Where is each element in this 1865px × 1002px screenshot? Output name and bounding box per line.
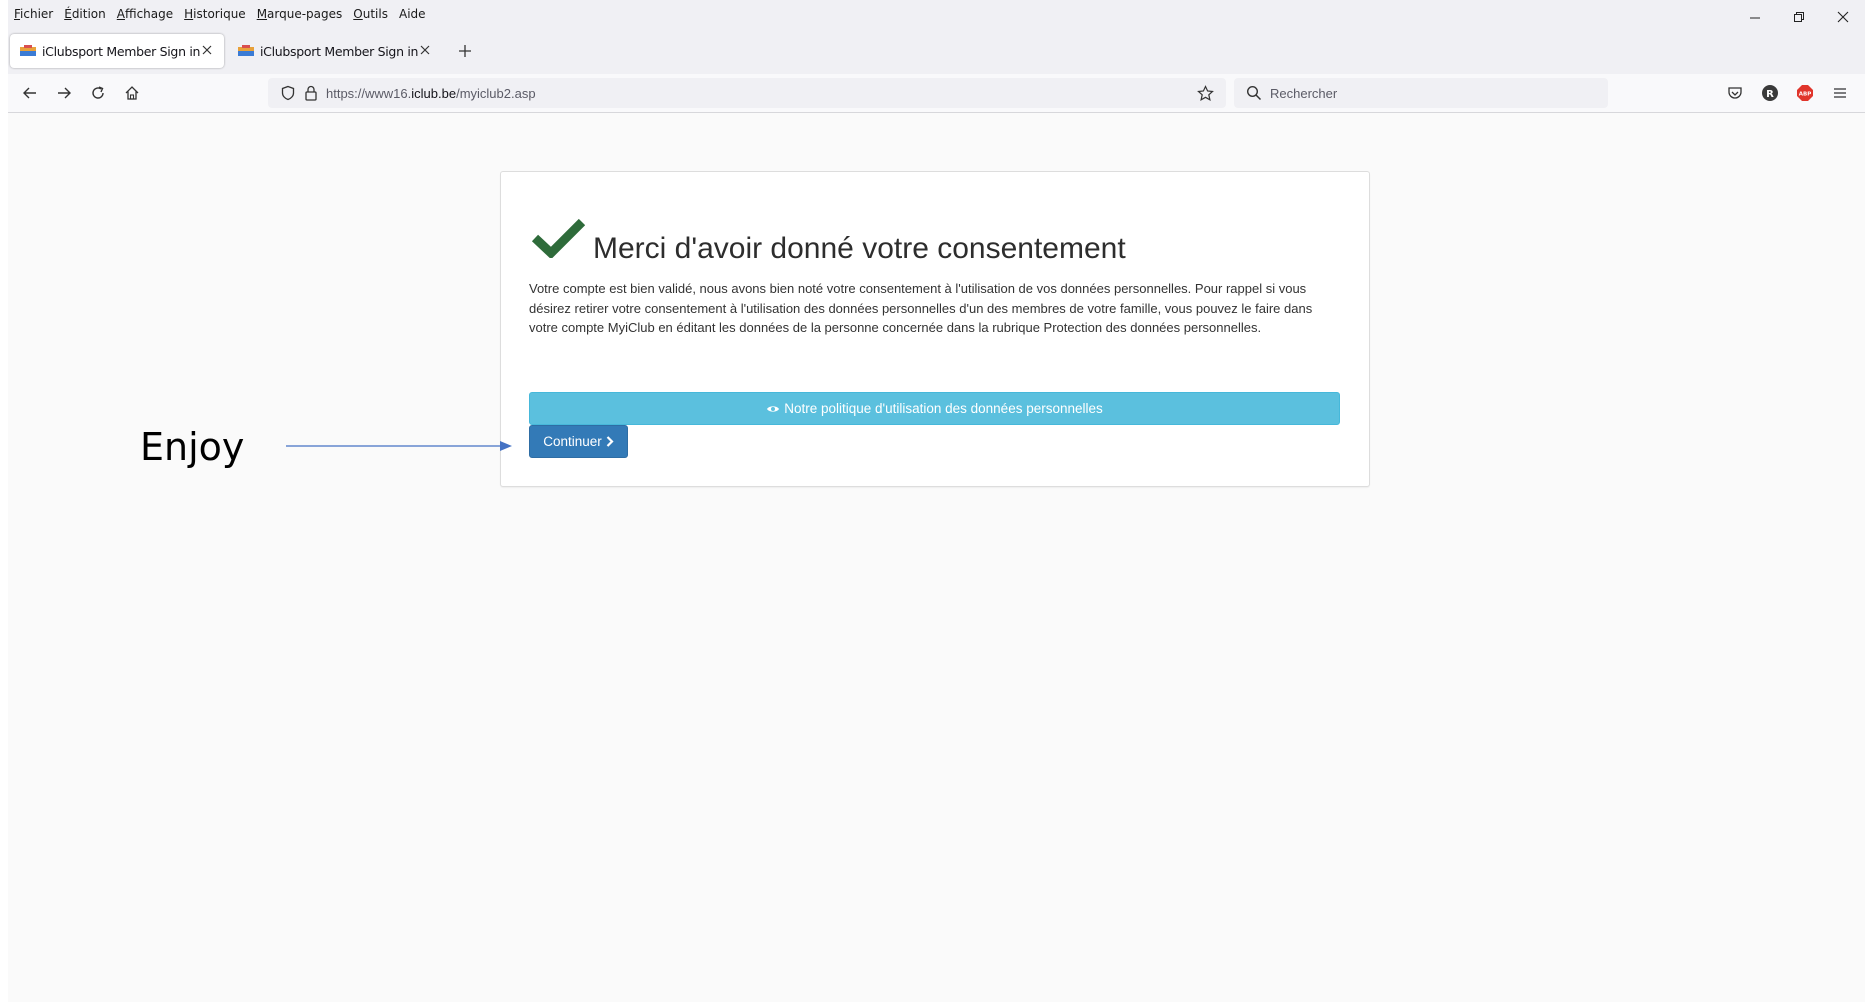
url-bar[interactable]: https://www16.iclub.be/myiclub2.asp [268,78,1226,108]
annotation-arrow [286,441,512,451]
avatar-icon: R [1762,85,1778,101]
menubar: Fichier Édition Affichage Historique Mar… [8,0,1865,28]
close-window-button[interactable] [1821,0,1865,34]
search-icon [1246,85,1262,106]
svg-text:R: R [1766,89,1774,100]
tab-iclubsport-1[interactable]: iClubsport Member Sign in [10,34,224,68]
tab-bar: iClubsport Member Sign in iClubsport Mem… [8,34,1865,72]
reload-button[interactable] [87,82,109,104]
hamburger-icon [1834,88,1846,98]
continue-button[interactable]: Continuer [529,425,628,458]
search-placeholder: Rechercher [1270,86,1338,101]
consent-message: Votre compte est bien validé, nous avons… [529,281,1313,335]
home-icon [125,86,139,100]
consent-card: Merci d'avoir donné votre consentement V… [500,171,1370,487]
new-tab-button[interactable] [456,42,474,60]
privacy-policy-label: Notre politique d'utilisation des donnée… [784,401,1103,416]
iclub-favicon-icon [238,45,254,57]
menu-outils[interactable]: Outils [353,7,388,21]
tab-close-button[interactable] [417,42,433,58]
menu-marque-pages[interactable]: Marque-pages [257,7,343,21]
tab-title: iClubsport Member Sign in [260,43,419,59]
annotation-label: Enjoy [140,425,245,469]
menu-edition[interactable]: Édition [64,7,106,21]
arrow-right-icon [58,87,71,99]
close-icon [420,45,430,55]
tab-title: iClubsport Member Sign in [42,43,201,59]
svg-text:ABP: ABP [1799,92,1811,98]
shield-icon[interactable] [280,85,296,106]
privacy-policy-button[interactable]: Notre politique d'utilisation des donnée… [529,392,1340,425]
plus-icon [459,45,471,57]
reload-icon [92,86,104,99]
account-button[interactable]: R [1759,82,1781,104]
close-icon [202,45,212,55]
continue-label: Continuer [543,434,602,449]
menu-affichage[interactable]: Affichage [117,7,173,21]
minimize-button[interactable] [1733,0,1777,34]
restore-icon [1794,12,1804,22]
tab-iclubsport-2[interactable]: iClubsport Member Sign in [228,34,442,68]
page-title: Merci d'avoir donné votre consentement [593,232,1126,265]
close-icon [1837,11,1849,23]
back-button[interactable] [19,82,41,104]
menu-fichier[interactable]: Fichier [14,7,53,21]
url-text[interactable]: https://www16.iclub.be/myiclub2.asp [326,86,536,101]
adblock-button[interactable]: ABP [1794,82,1816,104]
search-bar[interactable]: Rechercher [1234,78,1608,108]
menu-button[interactable] [1829,82,1851,104]
iclub-favicon-icon [20,45,36,57]
lock-icon[interactable] [304,85,318,106]
page-content: Merci d'avoir donné votre consentement V… [8,113,1865,1002]
checkmark-icon [531,218,586,263]
star-icon[interactable] [1197,85,1214,107]
navigation-bar: https://www16.iclub.be/myiclub2.asp Rech… [8,74,1865,113]
pocket-button[interactable] [1724,82,1746,104]
restore-button[interactable] [1777,0,1821,34]
home-button[interactable] [121,82,143,104]
chevron-right-icon [606,436,614,447]
adblock-plus-icon: ABP [1797,85,1813,101]
eye-icon [766,404,780,414]
window-controls [1733,0,1865,34]
browser-window: Fichier Édition Affichage Historique Mar… [8,0,1865,1002]
arrow-left-icon [23,87,36,99]
forward-button[interactable] [53,82,75,104]
minimize-icon [1750,17,1760,19]
pocket-icon [1728,87,1742,99]
menu-historique[interactable]: Historique [184,7,246,21]
menu-aide[interactable]: Aide [399,7,426,21]
tab-close-button[interactable] [199,42,215,58]
